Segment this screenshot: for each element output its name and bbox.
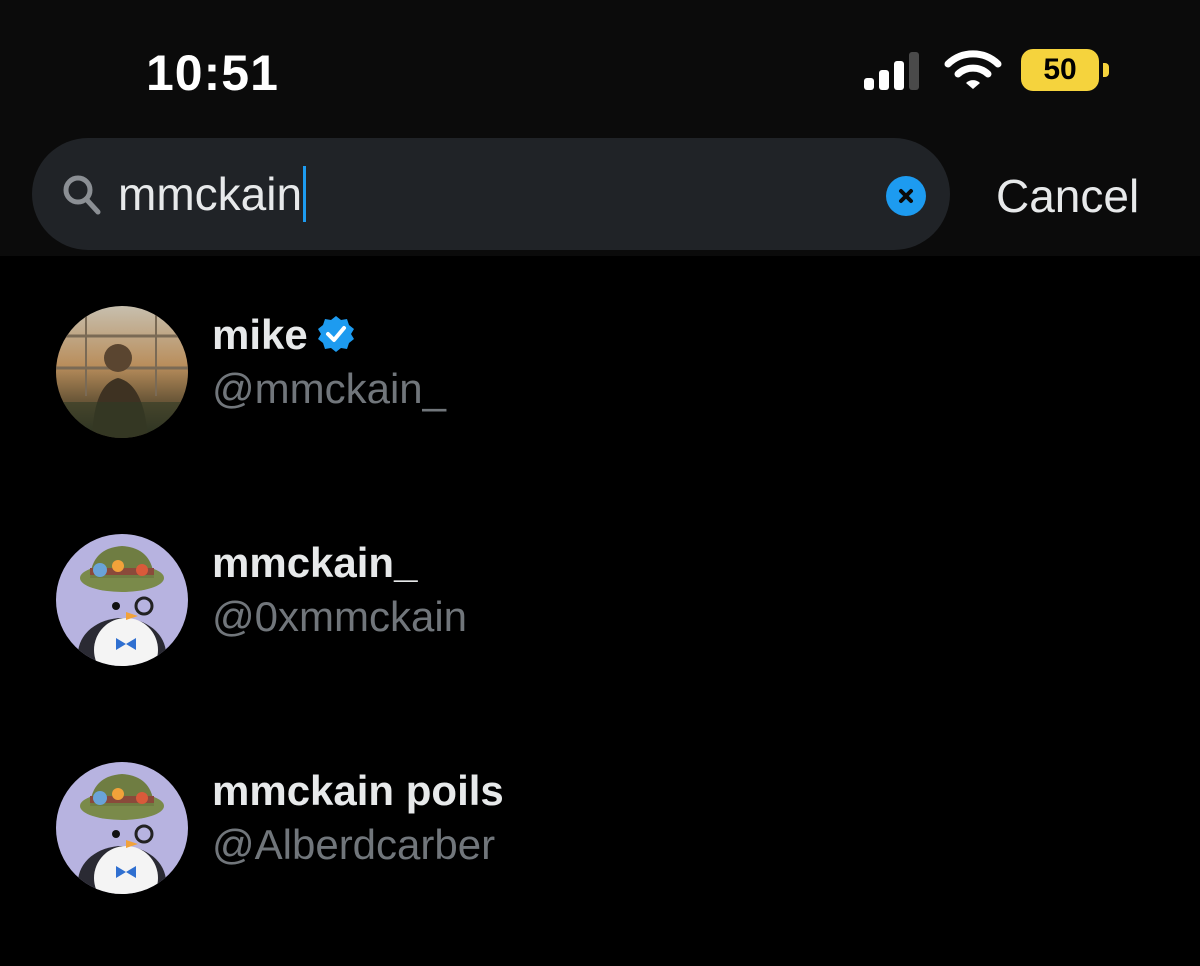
result-name: mmckain_ — [212, 539, 418, 586]
wifi-icon — [944, 50, 1002, 89]
clear-search-button[interactable] — [886, 176, 926, 216]
cellular-signal-icon — [864, 52, 919, 90]
result-name: mmckain poils — [212, 767, 504, 814]
result-name: mike — [212, 310, 356, 360]
search-query: mmckain — [118, 168, 303, 220]
status-bar: 10:51 50 — [0, 0, 1200, 130]
search-header: mmckain Cancel — [0, 130, 1200, 256]
result-handle: @Alberdcarber — [212, 821, 496, 868]
photo-avatar[interactable] — [56, 306, 188, 438]
battery-level: 50 — [1043, 53, 1077, 86]
penguin-avatar[interactable] — [56, 762, 188, 894]
result-handle: @0xmmckain — [212, 593, 468, 640]
verified-badge-icon — [317, 315, 354, 352]
result-handle: @mmckain_ — [212, 365, 447, 412]
search-input[interactable]: mmckain — [118, 164, 858, 224]
result-name-text: mike — [212, 311, 308, 358]
cancel-button[interactable]: Cancel — [996, 168, 1139, 224]
battery-indicator: 50 — [1021, 49, 1109, 91]
search-result-row[interactable]: mmckain poils @Alberdcarber — [0, 754, 1200, 934]
search-box[interactable]: mmckain — [32, 138, 950, 250]
battery-tip — [1103, 63, 1109, 77]
search-result-row[interactable]: mike @mmckain_ — [0, 296, 1200, 476]
text-caret — [303, 165, 307, 222]
search-result-row[interactable]: mmckain_ @0xmmckain — [0, 526, 1200, 706]
penguin-avatar[interactable] — [56, 534, 188, 666]
search-icon — [63, 175, 101, 215]
clear-icon — [899, 189, 913, 203]
status-time: 10:51 — [146, 45, 279, 101]
